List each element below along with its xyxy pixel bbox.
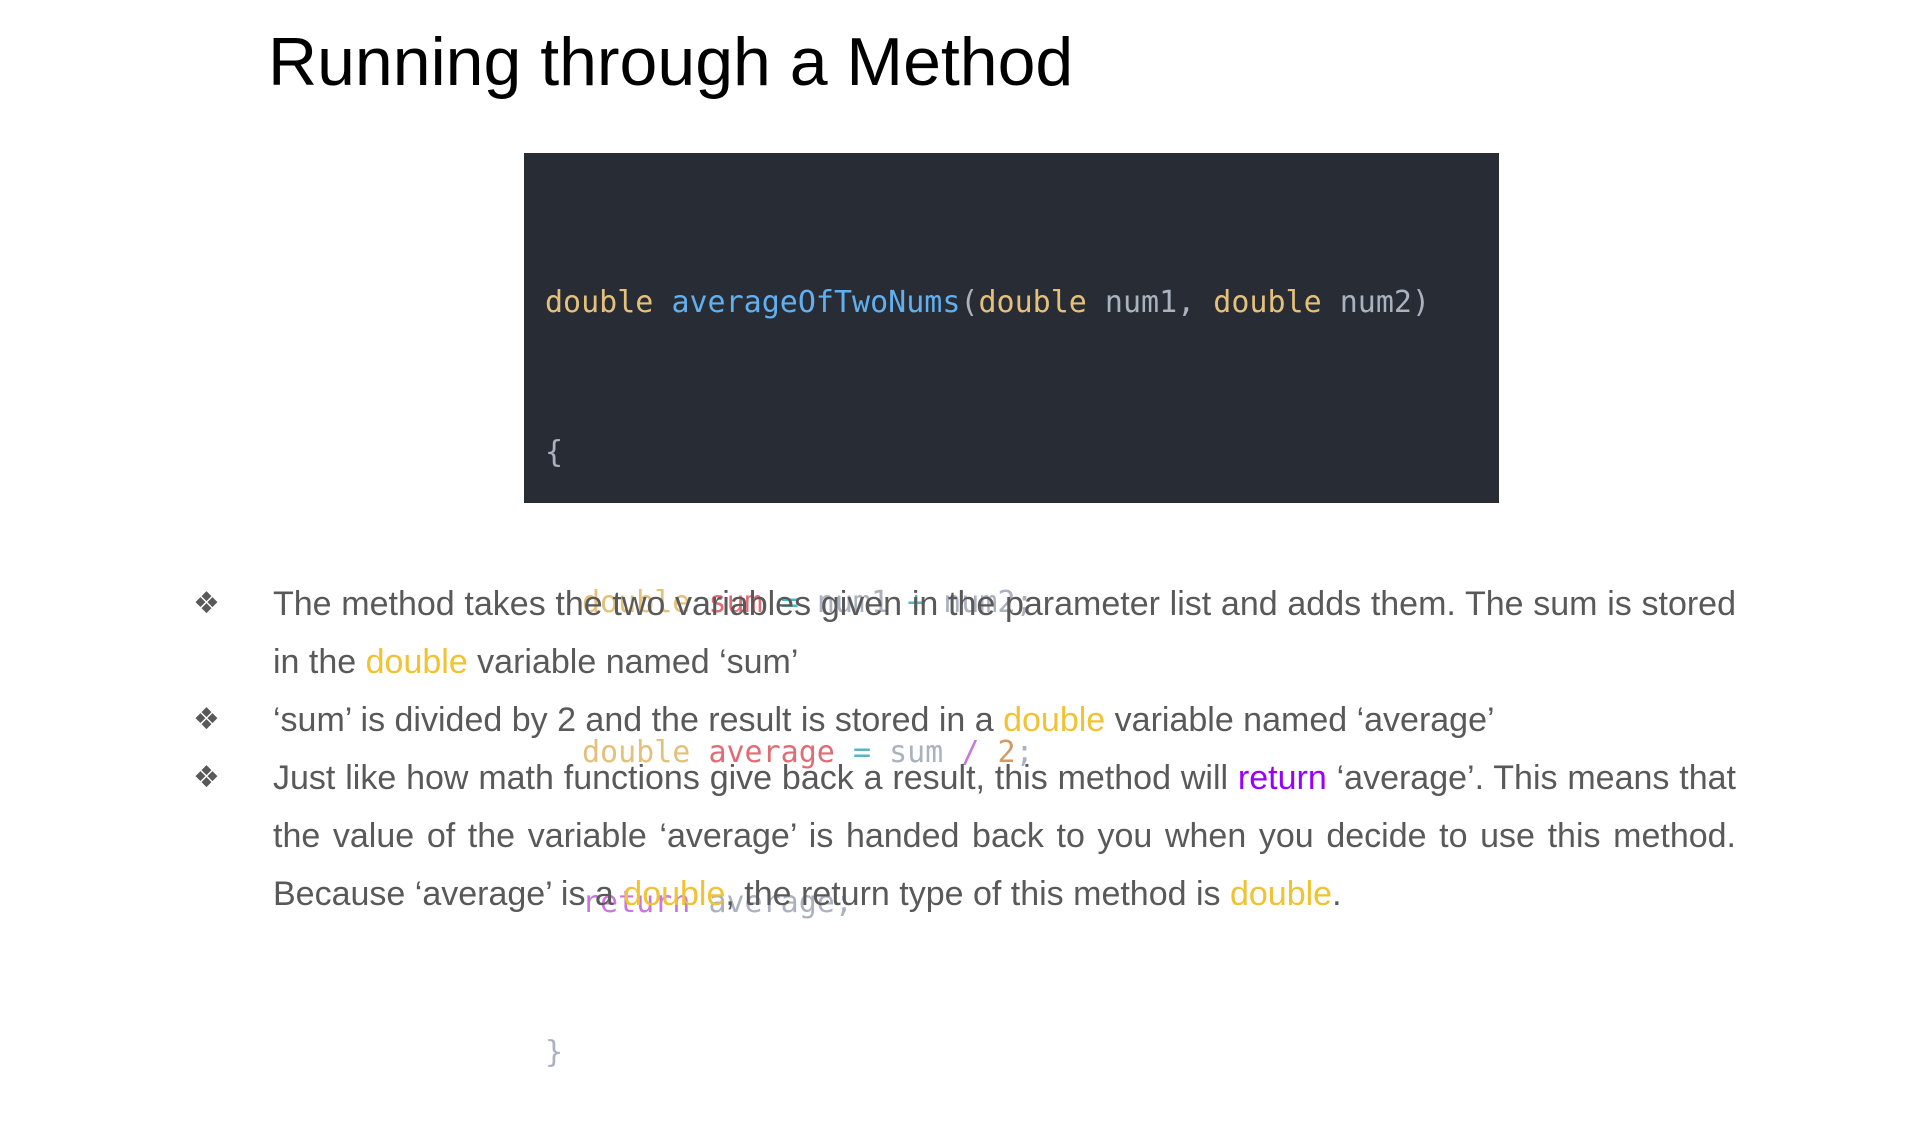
code-method-name: averageOfTwoNums [671, 285, 961, 320]
code-param2-type: double [1213, 285, 1322, 320]
code-close-brace: } [545, 1035, 564, 1070]
bullet-list: ❖ The method takes the two variables giv… [0, 575, 1920, 923]
bullet-text: . [1332, 875, 1342, 913]
bullet-text: variable named ‘average’ [1105, 701, 1495, 739]
bullet-item: ❖ The method takes the two variables giv… [0, 575, 1736, 691]
bullet-text: , the return type of this method is [725, 875, 1230, 913]
highlight-return: return [1237, 759, 1327, 797]
bullet-diamond-icon: ❖ [193, 760, 220, 795]
bullet-text: variable named ‘sum’ [467, 643, 799, 681]
code-return-type: double [545, 285, 654, 320]
highlight-double: double [365, 643, 468, 681]
code-param1-name: num1, [1104, 285, 1196, 320]
code-open-paren: ( [960, 285, 979, 320]
code-line-close-brace: } [545, 1028, 1499, 1078]
slide-title: Running through a Method [268, 24, 1074, 100]
highlight-double: double [1003, 701, 1106, 739]
code-line-signature: double averageOfTwoNums(double num1, dou… [545, 278, 1499, 328]
bullet-diamond-icon: ❖ [193, 702, 220, 737]
code-open-brace: { [545, 435, 564, 470]
bullet-text: Just like how math functions give back a… [273, 759, 1238, 797]
code-snippet: double averageOfTwoNums(double num1, dou… [524, 153, 1499, 1070]
code-param1-type: double [978, 285, 1087, 320]
bullet-item: ❖ Just like how math functions give back… [0, 749, 1736, 923]
code-line-open-brace: { [545, 428, 1499, 478]
bullet-item: ❖ ‘sum’ is divided by 2 and the result i… [0, 691, 1736, 749]
bullet-text: ‘sum’ is divided by 2 and the result is … [273, 701, 1004, 739]
highlight-double: double [623, 875, 726, 913]
highlight-double: double [1229, 875, 1333, 913]
code-param2-name: num2) [1339, 285, 1431, 320]
bullet-diamond-icon: ❖ [193, 586, 220, 621]
